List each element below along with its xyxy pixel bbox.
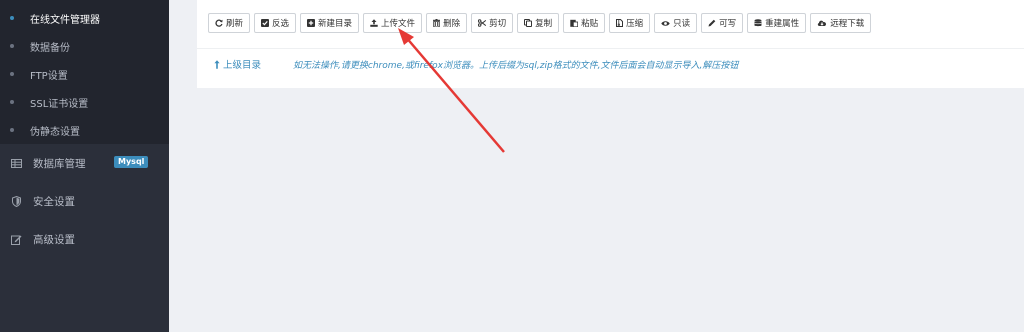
annotation-arrow	[398, 28, 505, 153]
